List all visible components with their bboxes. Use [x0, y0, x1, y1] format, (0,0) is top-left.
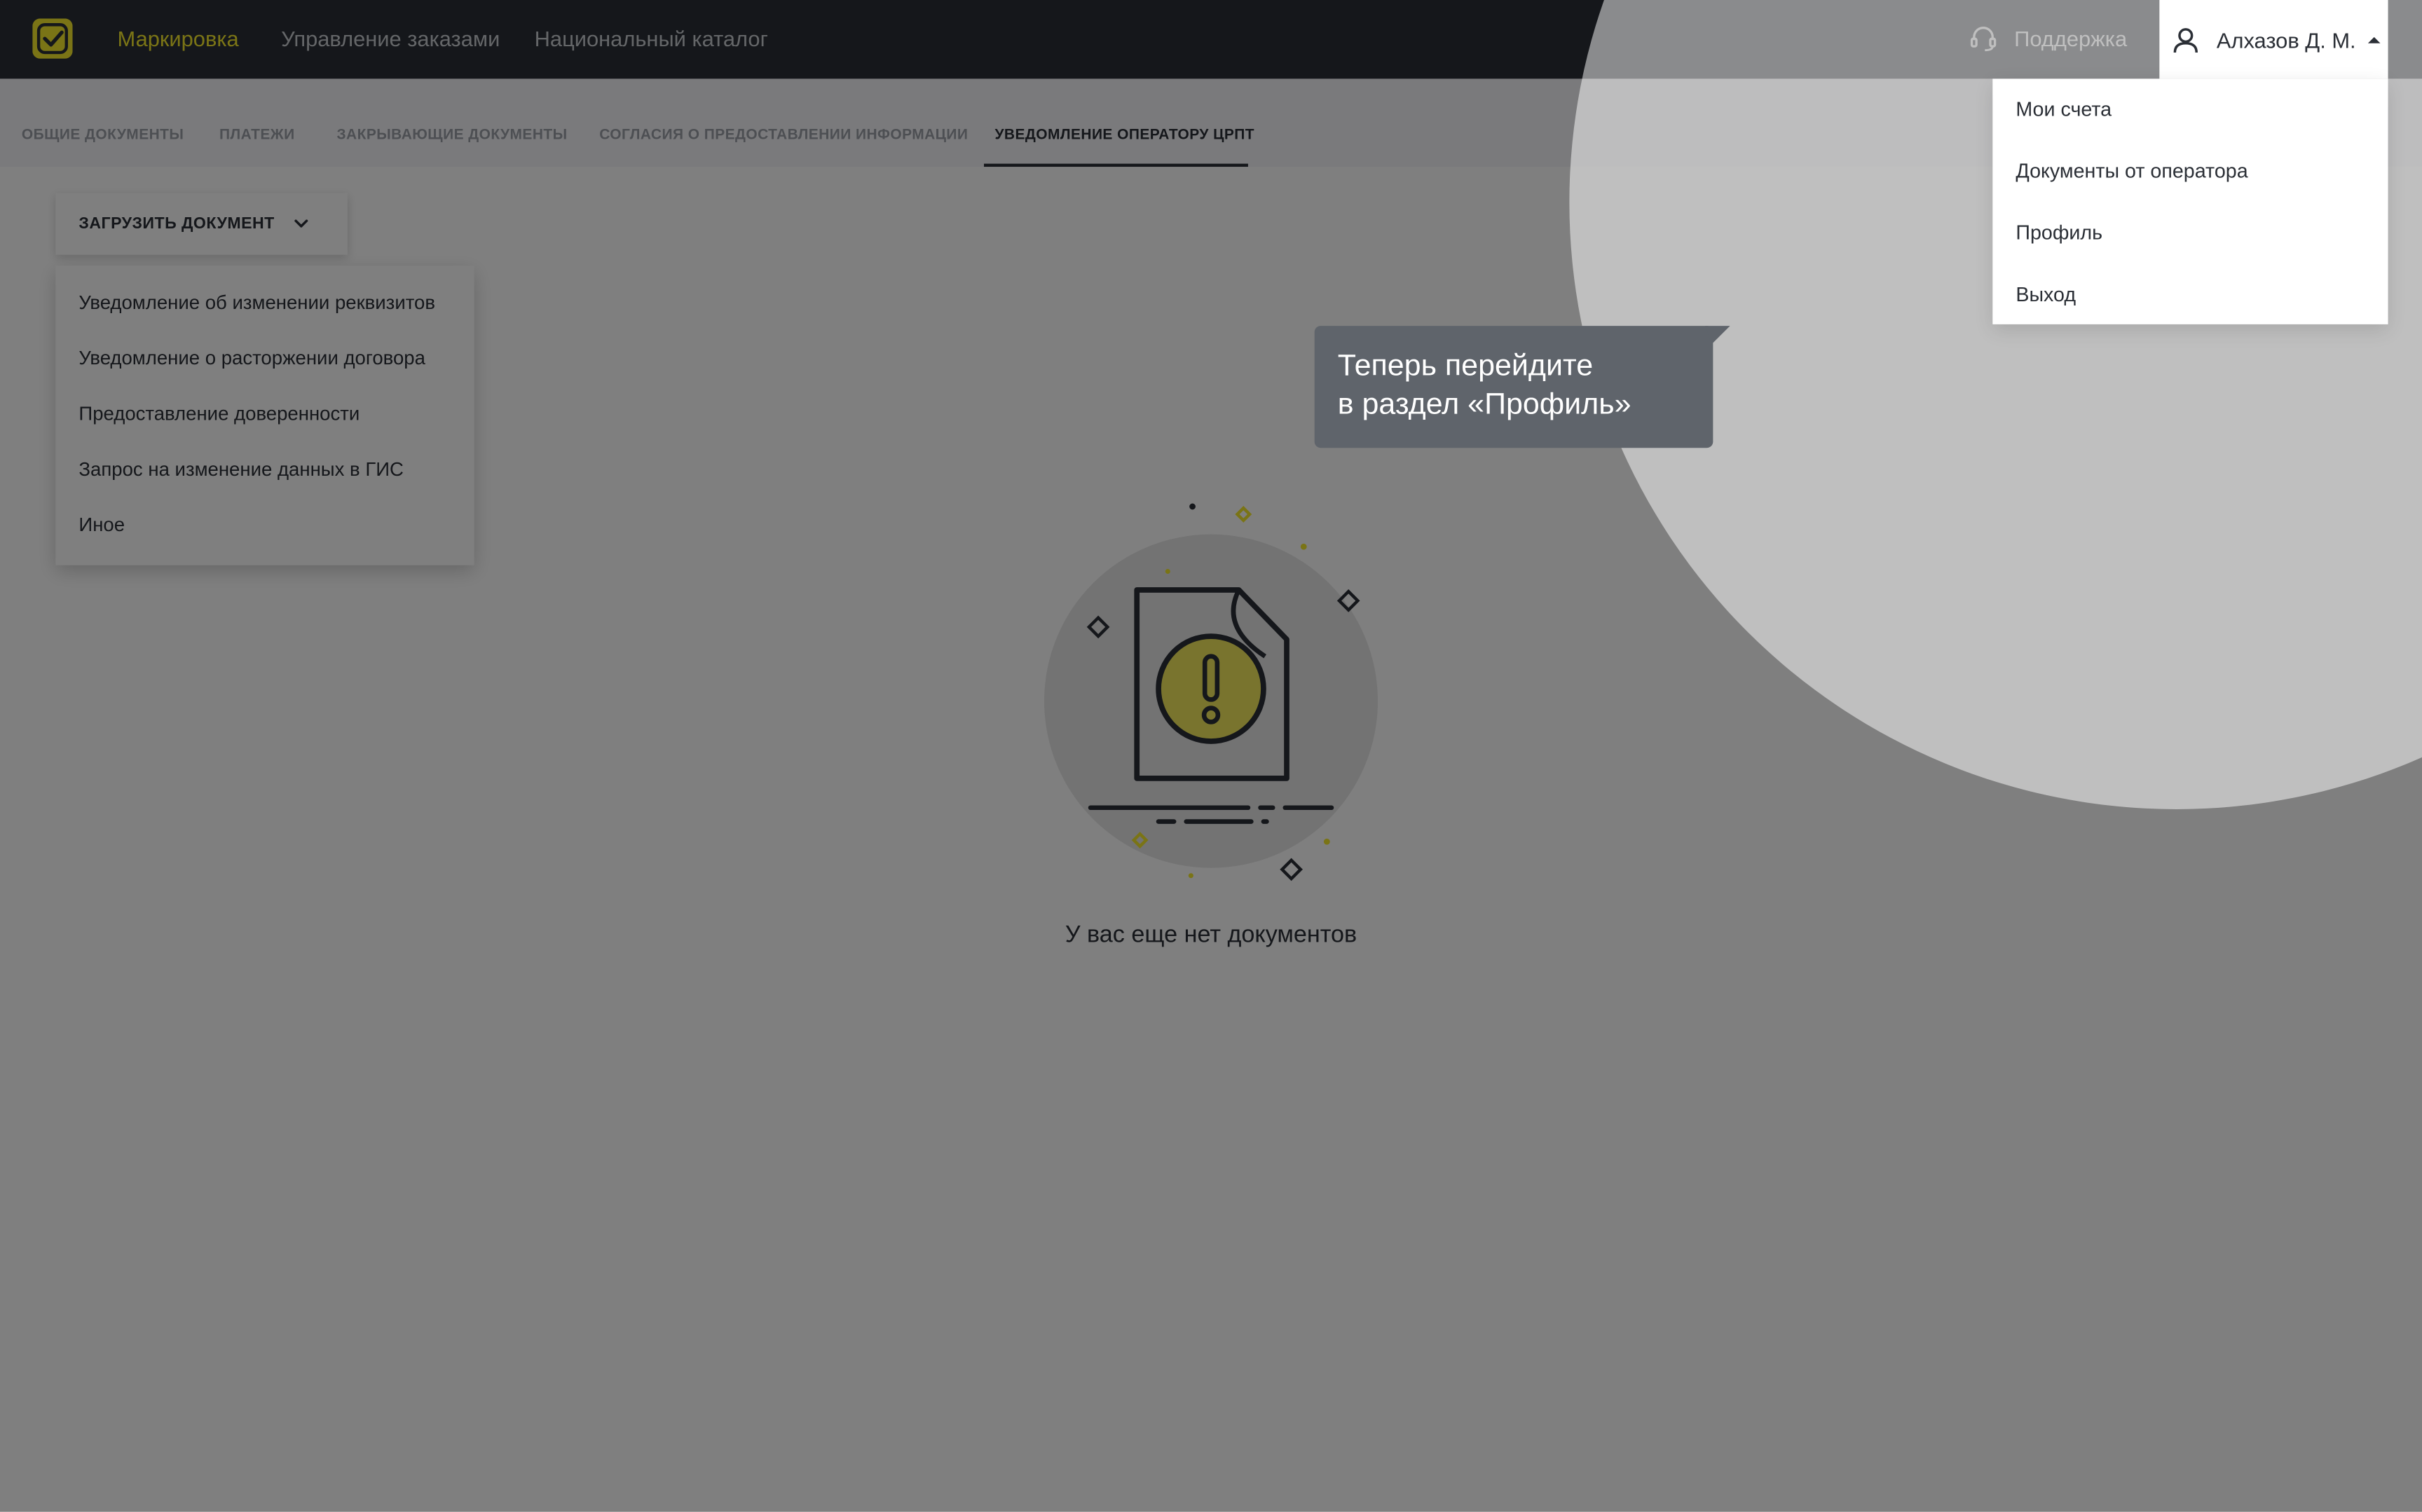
nav-item-order-management[interactable]: Управление заказами — [281, 26, 500, 50]
app-window: Маркировка Управление заказами Националь… — [0, 0, 2422, 1512]
support-label: Поддержка — [2014, 26, 2128, 51]
upload-document-button[interactable]: Загрузить документ — [55, 193, 348, 255]
tab-consents[interactable]: Согласия о предоставлении информации — [599, 127, 968, 144]
nav-item-national-catalog[interactable]: Национальный каталог — [535, 26, 768, 50]
user-icon — [2173, 27, 2198, 52]
menu-item-other[interactable]: Иное — [78, 514, 125, 536]
document-warning-icon — [1044, 503, 1378, 881]
tab-general-documents[interactable]: Общие документы — [22, 127, 184, 144]
upload-document-label: Загрузить документ — [78, 214, 275, 233]
user-menu-button[interactable]: Алхазов Д. М. — [2159, 0, 2388, 79]
tooltip-line-2: в раздел «Профиль» — [1337, 387, 1631, 422]
tab-operator-notice[interactable]: Уведомление оператору ЦРПТ — [994, 127, 1254, 144]
menu-item-profile[interactable]: Профиль — [2016, 221, 2102, 244]
user-dropdown-menu: Мои счета Документы от оператора Профиль… — [1992, 78, 2388, 324]
tooltip-line-1: Теперь перейдите — [1337, 349, 1594, 383]
menu-item-my-accounts[interactable]: Мои счета — [2016, 97, 2112, 121]
support-link[interactable]: Поддержка — [1969, 23, 2127, 54]
upload-document-menu: Уведомление об изменении реквизитов Увед… — [55, 266, 474, 565]
top-navbar: Маркировка Управление заказами Националь… — [0, 0, 2422, 79]
tab-payments[interactable]: Платежи — [219, 127, 295, 144]
user-name: Алхазов Д. М. — [2216, 27, 2356, 52]
tab-closing-documents[interactable]: Закрывающие документы — [336, 127, 567, 144]
tooltip-pointer — [1705, 326, 1730, 345]
menu-item-gis-data-change[interactable]: Запрос на изменение данных в ГИС — [78, 459, 404, 481]
headset-icon — [1970, 27, 1997, 52]
empty-state-message: У вас еще нет документов — [1065, 921, 1357, 949]
menu-item-contract-termination[interactable]: Уведомление о расторжении договора — [78, 348, 425, 369]
check-badge-icon[interactable] — [32, 18, 73, 59]
menu-item-requisites-change[interactable]: Уведомление об изменении реквизитов — [78, 292, 435, 314]
menu-item-logout[interactable]: Выход — [2016, 282, 2076, 305]
menu-item-power-of-attorney[interactable]: Предоставление доверенности — [78, 403, 360, 425]
menu-item-operator-documents[interactable]: Документы от оператора — [2016, 159, 2247, 182]
tour-tooltip: Теперь перейдите в раздел «Профиль» — [1314, 326, 1713, 448]
nav-item-marking[interactable]: Маркировка — [118, 26, 239, 50]
active-tab-indicator — [984, 163, 1248, 167]
page-background — [0, 1221, 2422, 1512]
chevron-down-icon — [294, 219, 308, 228]
caret-up-icon — [2368, 36, 2381, 43]
